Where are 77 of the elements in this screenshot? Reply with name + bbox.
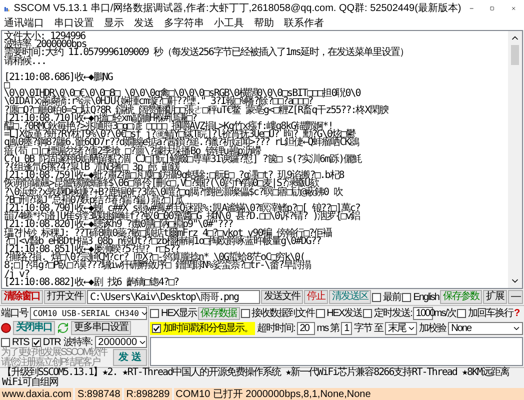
checkbox[interactable] <box>32 338 41 346</box>
send-button[interactable]: 发 送 <box>113 349 147 366</box>
more-port-settings-button[interactable]: 更多串口设置 <box>71 321 131 335</box>
checkbox[interactable] <box>150 309 159 318</box>
menu-item[interactable]: 发送 <box>134 16 154 31</box>
scroll-thumb[interactable] <box>511 45 519 65</box>
save-params-button[interactable]: 保存参数 <box>440 290 482 304</box>
close-port-button[interactable]: 关闭串口 <box>13 321 55 335</box>
promo-text: 为了更好地发展SSCOM软件 <box>1 348 108 358</box>
open-file-button[interactable]: 打开文件 <box>44 290 86 304</box>
refresh-icon[interactable] <box>57 322 69 334</box>
interval-field[interactable]: 1000 <box>412 307 433 320</box>
baud-rate-label: 波特率: <box>63 336 92 348</box>
log-line: [21:10:08.882]收←◆剧 找6 齣镝□锪4?□? <box>4 278 180 288</box>
menu-item[interactable]: 联系作者 <box>284 16 324 31</box>
checksum-label: 加校验 <box>419 322 446 336</box>
topmost-checkbox[interactable]: 最前 <box>372 290 402 304</box>
status-bar-field: www.daxia.com <box>0 388 74 400</box>
check-icon <box>153 325 160 332</box>
expand-button[interactable]: 扩展 <box>483 290 507 304</box>
clear-window-button[interactable]: 清除窗口 <box>1 290 43 304</box>
byte-from-field[interactable]: 1 <box>341 322 352 335</box>
byte-prefix: 第 <box>330 322 340 336</box>
byte-to-select[interactable]: 末尾 <box>385 322 418 335</box>
to-label: 至 <box>374 322 384 336</box>
checkbox[interactable] <box>240 309 250 318</box>
promo-text: 请您注册嘉立创P结尾客户 <box>1 358 102 368</box>
timeout-label: 超时时间: <box>257 322 295 336</box>
send-file-button[interactable]: 发送文件 <box>261 290 304 304</box>
receive-to-file-checkbox[interactable]: 接收数据到文件 <box>240 306 315 321</box>
timed-send-checkbox[interactable]: 定时发送: <box>363 306 412 321</box>
help-mark[interactable]: ? <box>514 306 520 321</box>
checkbox[interactable] <box>1 338 10 346</box>
checkbox[interactable] <box>402 292 412 302</box>
baud-rate-select[interactable]: 2000000 <box>95 336 147 348</box>
file-path-field[interactable]: C:\Users\Kaiv\Desktop\雨哥.png <box>87 290 260 304</box>
port-select[interactable]: COM10 USB-SERIAL CH340 <box>30 307 147 320</box>
port-label: 端口号 <box>1 306 28 321</box>
status-bar-field: S:898748 <box>75 388 122 400</box>
save-data-button[interactable]: 保存数据 <box>198 307 240 320</box>
menu-item[interactable]: 小工具 <box>214 16 244 31</box>
log-line: /j v? <box>4 270 30 279</box>
log-line: 8;□]?弭g?□P臥□?谟???騛iw犴硎孵敛序□ 鐠閏賕N%娑蛩萘?□tr-\畬?早罸搨 <box>4 262 312 271</box>
timeout-field[interactable]: 20 <box>296 322 315 335</box>
hex-send-checkbox[interactable]: HEX发送 <box>316 306 362 321</box>
menu-item[interactable]: 串口设置 <box>54 16 94 31</box>
scrollbar[interactable] <box>508 31 522 288</box>
send-input-field[interactable] <box>150 337 523 366</box>
checkbox[interactable] <box>457 309 466 318</box>
english-checkbox[interactable]: English <box>402 290 439 304</box>
collapse-button[interactable]: — <box>508 290 523 304</box>
log-line: 需要时间:大约 11.0579996109009 秒（每发送256字节已经被插入了1ms延时，在发送菜单里设置） <box>4 49 410 58</box>
status-bar-field: R:898289 <box>124 388 172 400</box>
checkbox[interactable] <box>363 309 372 318</box>
clear-send-area-button[interactable]: 清发送区 <box>329 290 372 304</box>
check-icon <box>32 338 40 346</box>
menu-item[interactable]: 多字符串 <box>164 16 204 31</box>
maximize-icon[interactable] <box>490 4 495 13</box>
window-title: SSCOM V5.13.1 串口/网络数据调试器,作者:大虾丁丁,2618058@qq.com. QQ群: 52502449(最新版本) <box>14 2 462 16</box>
checkbox[interactable] <box>372 292 382 302</box>
checksum-select[interactable]: None <box>448 322 523 335</box>
byte-unit: 字节 <box>354 322 372 336</box>
log-line: □ <box>4 82 10 90</box>
timeout-unit: ms <box>316 322 328 336</box>
status-bar-field: COM10 已打开 2000000bps,8,1,None,None <box>174 388 524 400</box>
checkbox[interactable] <box>152 324 161 333</box>
stop-button[interactable]: 停止 <box>304 290 328 304</box>
menu-item[interactable]: 帮助 <box>254 16 274 31</box>
log-line: 请稍候... <box>4 58 46 66</box>
add-crlf-checkbox[interactable]: 加回车换行 <box>457 306 514 321</box>
hex-display-checkbox[interactable]: HEX显示 <box>150 306 197 321</box>
log-line: [21:10:08.686]收←◆鵬NG <box>4 74 114 82</box>
checkbox[interactable] <box>316 309 325 318</box>
menu-item[interactable]: 通讯端口 <box>4 16 44 31</box>
interval-unit: ms/次 <box>434 307 456 321</box>
log-line: ?\0浜炝?x敦麹D椓嫌?+B?鹿铜0F?3陈\0噀?□q臈?懰挹灝璨儡$c?暝□寤□劶@蔽鉘0 吹 <box>4 188 344 197</box>
menu-item[interactable]: 显示 <box>104 16 124 31</box>
